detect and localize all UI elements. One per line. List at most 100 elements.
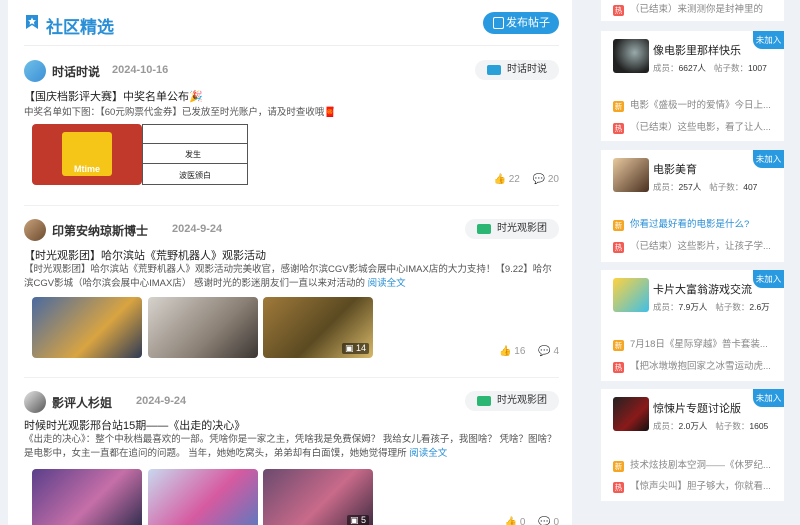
post-body-text: 【时光观影团】哈尔滨站《荒野机器人》观影活动完美收官，感谢哈尔滨CGV影城会展中… [24,264,552,289]
group-thread-link[interactable]: 新电影《盛极一时的爱情》今日上... [613,97,778,112]
post-title[interactable]: 时候时光观影邢台站15期——《出走的决心》 [24,417,245,433]
group-name[interactable]: 惊悚片专题讨论版 [653,400,741,416]
post-body: 【时光观影团】哈尔滨站《荒野机器人》观影活动完美收官，感谢哈尔滨CGV影城会展中… [24,263,559,291]
comment-count[interactable]: 💬 4 [538,346,559,357]
post-body: 《出走的决心》：整个中秋档最喜欢的一部。凭啥你是一家之主，凭啥我是免费保姆？ 我… [24,433,559,461]
group-thread-link[interactable]: 新你看过最好看的电影是什么? [613,216,778,231]
like-count[interactable]: 👍 0 [505,517,526,525]
post-card[interactable]: 影评人杉姐 2024-9-24 时光观影团 时候时光观影邢台站15期——《出走的… [24,391,559,525]
group-name[interactable]: 卡片大富翁游戏交流 [653,281,752,297]
post-date: 2024-10-16 [112,64,169,76]
author-name[interactable]: 时话时说 [52,63,100,80]
divider [24,205,559,206]
post-body-text: 《出走的决心》：整个中秋档最喜欢的一部。凭啥你是一家之主，凭啥我是免费保姆？ 我… [24,434,557,459]
post-image[interactable]: 发生 波医颁白 [142,124,248,185]
join-group-button[interactable]: 未加入 [753,31,784,49]
group-tag[interactable]: 时光观影团 [465,391,559,411]
post-card[interactable]: 时话时说 2024-10-16 时话时说 【国庆档影评大赛】中奖名单公布🎉 中奖… [24,60,559,190]
poster-row-text: 发生 [185,150,201,159]
avatar[interactable] [24,60,46,82]
publish-post-button[interactable]: 发布帖子 [483,12,559,34]
post-image[interactable]: Mtime [32,124,142,185]
feed-header: 社区精选 发布帖子 [24,10,559,46]
new-tag-icon: 新 [613,101,624,112]
post-stats: 👍 0 💬 0 [495,517,559,525]
post-date: 2024-9-24 [136,395,187,407]
group-stats: 成员：6627人 帖子数：1007 [653,63,767,73]
group-avatar[interactable] [613,278,649,312]
post-date: 2024-9-24 [172,223,223,235]
like-count[interactable]: 👍 22 [494,174,520,185]
group-avatar[interactable] [613,39,649,73]
group-card[interactable]: 卡片大富翁游戏交流 成员：7.9万人 帖子数：2.6万 未加入 新 7月18日《星际… [601,270,784,381]
group-logo-icon [477,396,491,406]
new-tag-icon: 新 [613,461,624,472]
comment-count[interactable]: 💬 0 [538,517,559,525]
publish-label: 发布帖子 [506,17,550,29]
new-tag-icon: 新 [613,340,624,351]
group-name[interactable]: 电影美育 [653,161,697,177]
group-card[interactable]: 像电影里那样快乐 成员：6627人 帖子数：1007 未加入 新电影《盛极一时的爱… [601,31,784,141]
read-more-link[interactable]: 阅读全文 [409,448,447,459]
group-stats: 成员：2.0万人 帖子数：1605 [653,421,769,431]
hot-tag-icon: 热 [613,123,624,134]
hot-tag-icon: 热 [613,362,624,373]
community-feed: 社区精选 发布帖子 时话时说 2024-10-16 时话时说 【国庆档影评大赛】… [8,0,572,525]
group-stats: 成员：257人 帖子数：407 [653,182,758,192]
post-title[interactable]: 【时光观影团】哈尔滨站《荒野机器人》观影活动 [24,247,266,263]
divider [24,377,559,378]
group-logo-icon [477,224,491,234]
poster-row-text: 波医颁白 [179,171,211,180]
photo-count-badge: ▣ 14 [341,343,369,354]
post-stats: 👍 16 💬 4 [489,346,559,357]
new-tag-icon: 新 [613,220,624,231]
edit-icon [493,17,504,29]
group-thread-link[interactable]: 热（已结束）来测测你是封神里的 [613,1,778,16]
group-thread-link[interactable]: 新 7月18日《星际穿越》普卡套装... [613,336,778,351]
post-card[interactable]: 印第安纳琼斯博士 2024-9-24 时光观影团 【时光观影团】哈尔滨站《荒野机… [24,219,559,364]
author-name[interactable]: 印第安纳琼斯博士 [52,222,148,239]
post-image[interactable] [148,469,258,525]
group-name[interactable]: 像电影里那样快乐 [653,42,741,58]
group-tag[interactable]: 时光观影团 [465,219,559,239]
group-card-tail: 热（已结束）来测测你是封神里的 [601,0,784,21]
group-thread-link[interactable]: 热（已结束）这些影片，让孩子学... [613,238,778,253]
group-thread-link[interactable]: 新技术炫技剧本空洞——《休罗纪... [613,457,778,472]
group-tag-label: 时光观影团 [497,223,547,234]
post-image[interactable]: ▣ 14 [263,297,373,358]
group-avatar[interactable] [613,158,649,192]
hot-tag-icon: 热 [613,242,624,253]
post-title[interactable]: 【国庆档影评大赛】中奖名单公布🎉 [24,88,203,104]
group-logo-icon [487,65,501,75]
group-tag-label: 时光观影团 [497,395,547,406]
group-card[interactable]: 惊悚片专题讨论版 成员：2.0万人 帖子数：1605 未加入 新技术炫技剧本空洞—… [601,389,784,501]
group-thread-link[interactable]: 热【把冰墩墩抱回家之冰雪运动虎... [613,358,778,373]
read-more-link[interactable]: 阅读全文 [368,278,406,289]
avatar[interactable] [24,391,46,413]
comment-count[interactable]: 💬 20 [533,174,559,185]
author-name[interactable]: 影评人杉姐 [52,394,112,411]
join-group-button[interactable]: 未加入 [753,270,784,288]
group-stats: 成员：7.9万人 帖子数：2.6万 [653,302,770,312]
post-image[interactable]: ▣ 5 [263,469,373,525]
post-image[interactable] [32,469,142,525]
group-thread-link[interactable]: 热（已结束）这些电影，看了让人... [613,119,778,134]
group-tag-label: 时话时说 [507,64,547,75]
group-thread-link[interactable]: 热【惊声尖叫】胆子够大，你就看... [613,478,778,493]
like-count[interactable]: 👍 16 [499,346,525,357]
join-group-button[interactable]: 未加入 [753,389,784,407]
bookmark-star-icon [26,15,38,29]
group-tag[interactable]: 时话时说 [475,60,559,80]
page-title: 社区精选 [46,18,114,37]
post-stats: 👍 22 💬 20 [484,174,560,185]
avatar[interactable] [24,219,46,241]
post-image[interactable] [148,297,258,358]
hot-tag-icon: 热 [613,5,624,16]
hot-tag-icon: 热 [613,482,624,493]
post-body: 中奖名单如下图：【60元购票代金券】已发放至时光账户，请及时查收哦🧧 [24,107,337,118]
group-avatar[interactable] [613,397,649,431]
group-card[interactable]: 电影美育 成员：257人 帖子数：407 未加入 新你看过最好看的电影是什么? 热… [601,150,784,262]
post-image[interactable] [32,297,142,358]
photo-count-badge: ▣ 5 [346,515,369,525]
join-group-button[interactable]: 未加入 [753,150,784,168]
